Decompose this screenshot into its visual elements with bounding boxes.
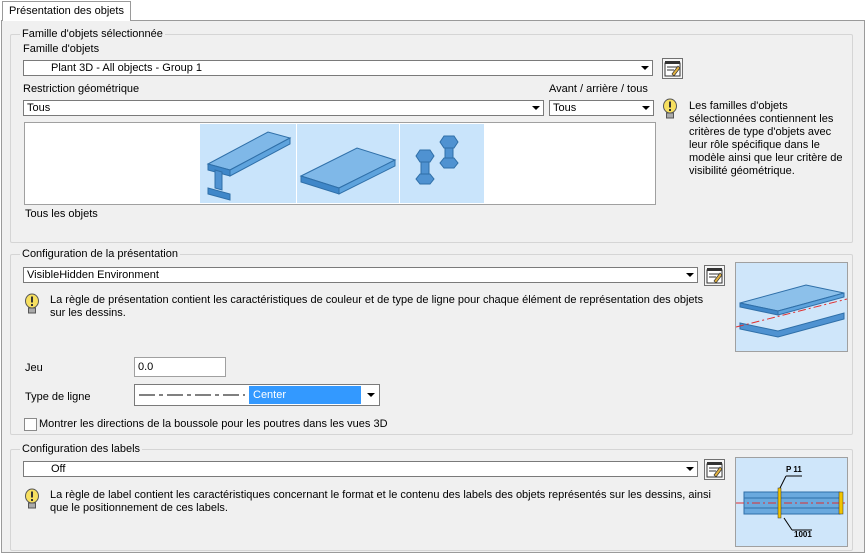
chevron-down-icon — [682, 462, 697, 476]
restriction-dropdown-value: Tous — [27, 102, 51, 114]
edit-settings-icon — [706, 268, 723, 284]
presentation-preview-image — [735, 262, 848, 352]
labels-config-dropdown-value: Off — [51, 463, 66, 475]
presentation-info-text: La règle de présentation contient les ca… — [50, 294, 704, 319]
object-family-group-title: Famille d'objets sélectionnée — [20, 28, 165, 41]
compass-checkbox-label[interactable]: Montrer les directions de la boussole po… — [39, 418, 388, 431]
chevron-down-icon — [363, 387, 379, 403]
object-type-ibeam[interactable] — [200, 124, 297, 203]
chevron-down-icon — [682, 268, 697, 282]
info-bulb-icon — [25, 488, 39, 509]
linetype-dash-sample — [139, 394, 245, 396]
family-dropdown[interactable]: Plant 3D - All objects - Group 1 — [23, 60, 653, 76]
presentation-config-dropdown-value: VisibleHidden Environment — [27, 269, 159, 281]
linetype-selected-value: Center — [249, 386, 361, 404]
object-type-bolts[interactable] — [400, 124, 484, 203]
linetype-dropdown[interactable]: Center — [134, 384, 380, 406]
front-back-label: Avant / arrière / tous — [549, 83, 648, 95]
info-bulb-icon — [25, 293, 39, 314]
chevron-down-icon — [528, 101, 543, 115]
preview-tag-top: P 11 — [786, 465, 802, 474]
front-back-dropdown[interactable]: Tous — [549, 100, 654, 116]
plate-icon — [299, 147, 397, 195]
gap-input[interactable]: 0.0 — [134, 357, 226, 377]
info-bulb-icon — [663, 98, 677, 119]
front-back-dropdown-value: Tous — [553, 102, 577, 114]
restriction-dropdown[interactable]: Tous — [23, 100, 544, 116]
tab-presentation-objets[interactable]: Présentation des objets — [2, 1, 131, 21]
i-beam-icon — [206, 131, 292, 201]
presentation-config-dropdown[interactable]: VisibleHidden Environment — [23, 267, 698, 283]
family-dropdown-value: Plant 3D - All objects - Group 1 — [51, 62, 203, 74]
edit-settings-icon — [664, 61, 681, 77]
bolts-icon — [415, 135, 459, 185]
hidden-beam-preview-icon — [736, 263, 847, 351]
presentation-config-group-title: Configuration de la présentation — [20, 248, 180, 261]
linetype-label: Type de ligne — [25, 391, 91, 403]
preview-tag-bottom: 1001 — [794, 530, 812, 539]
object-type-plate[interactable] — [297, 124, 400, 203]
chevron-down-icon — [638, 101, 653, 115]
labels-config-dropdown[interactable]: Off — [23, 461, 698, 477]
labels-preview-image: P 11 1001 — [735, 457, 848, 547]
compass-checkbox[interactable] — [24, 418, 37, 431]
chevron-down-icon — [637, 61, 652, 75]
family-label: Famille d'objets — [23, 43, 100, 55]
presentation-edit-button[interactable] — [704, 265, 725, 286]
object-types-preview — [24, 122, 656, 205]
edit-settings-icon — [706, 462, 723, 478]
family-edit-button[interactable] — [662, 58, 683, 79]
gap-label: Jeu — [25, 362, 43, 374]
object-types-caption: Tous les objets — [25, 208, 98, 220]
labels-info-text: La règle de label contient les caractéri… — [50, 489, 711, 514]
main-panel: Famille d'objets sélectionnée Famille d'… — [1, 20, 865, 553]
labels-config-group-title: Configuration des labels — [20, 443, 143, 456]
labels-edit-button[interactable] — [704, 459, 725, 480]
restriction-label: Restriction géométrique — [23, 83, 140, 95]
object-family-info-text: Les familles d'objets sélectionnées cont… — [689, 100, 843, 177]
